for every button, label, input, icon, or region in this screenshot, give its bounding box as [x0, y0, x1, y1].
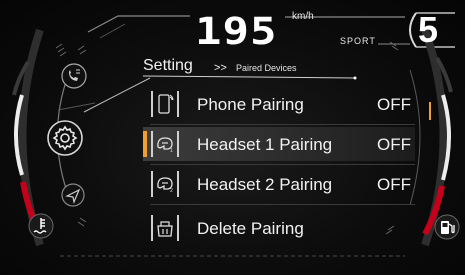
- menu-item-phone-pairing[interactable]: Phone Pairing OFF: [143, 87, 415, 121]
- fuel-icon: [434, 214, 460, 240]
- svg-text:1: 1: [170, 148, 173, 153]
- headset-2-icon: 2: [151, 171, 179, 197]
- drive-mode: SPORT: [340, 36, 376, 46]
- menu-item-value: OFF: [377, 135, 411, 154]
- gear-icon[interactable]: [45, 118, 85, 158]
- menu-item-label: Headset 2 Pairing: [197, 175, 333, 194]
- menu-item-value: OFF: [377, 175, 411, 194]
- delete-icon: [151, 215, 179, 241]
- menu-item-label: Delete Pairing: [197, 219, 304, 238]
- menu-item-headset-2-pairing[interactable]: 2 Headset 2 Pairing OFF: [143, 167, 415, 201]
- instrument-cluster: 195 km/h SPORT 5 Setting >> Paired Devic…: [0, 0, 465, 275]
- breadcrumb: Paired Devices: [236, 63, 297, 73]
- divider: [150, 164, 415, 165]
- gear-indicator: 5: [418, 9, 439, 50]
- page-title: Setting: [143, 57, 193, 74]
- selection-indicator: [143, 131, 147, 157]
- breadcrumb-separator: >>: [214, 62, 227, 74]
- headset-1-icon: 1: [151, 131, 179, 157]
- divider: [150, 204, 415, 205]
- coolant-temp-icon: [28, 213, 54, 239]
- phone-call-icon[interactable]: [60, 62, 88, 90]
- menu-item-headset-1-pairing[interactable]: 1 Headset 1 Pairing OFF: [143, 127, 415, 161]
- menu-item-delete-pairing[interactable]: Delete Pairing: [143, 211, 415, 245]
- divider: [150, 124, 415, 125]
- phone-icon: [151, 91, 179, 117]
- speed-readout: 195: [195, 9, 278, 54]
- menu-item-value: OFF: [377, 95, 411, 114]
- svg-text:2: 2: [170, 188, 173, 193]
- speed-unit: km/h: [292, 11, 314, 22]
- navigation-icon[interactable]: [60, 182, 86, 208]
- menu-item-label: Phone Pairing: [197, 95, 304, 114]
- menu-item-label: Headset 1 Pairing: [197, 135, 333, 154]
